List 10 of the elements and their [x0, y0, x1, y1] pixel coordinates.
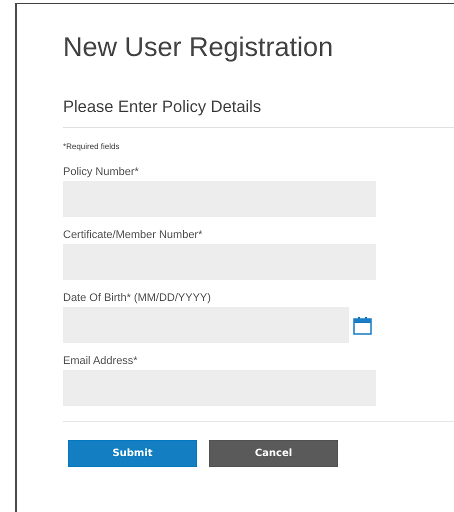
submit-button[interactable]: Submit	[68, 440, 197, 467]
calendar-icon[interactable]	[353, 316, 372, 334]
page-title: New User Registration	[63, 31, 334, 64]
field-label: Email Address*	[63, 355, 138, 368]
field-label: Date Of Birth* (MM/DD/YYYY)	[63, 292, 211, 305]
field-label: Policy Number*	[63, 166, 139, 179]
field-label: Certificate/Member Number*	[63, 229, 202, 242]
cancel-button[interactable]: Cancel	[209, 440, 338, 467]
required-note: *Required fields	[63, 142, 120, 151]
section-title: Please Enter Policy Details	[63, 98, 262, 117]
